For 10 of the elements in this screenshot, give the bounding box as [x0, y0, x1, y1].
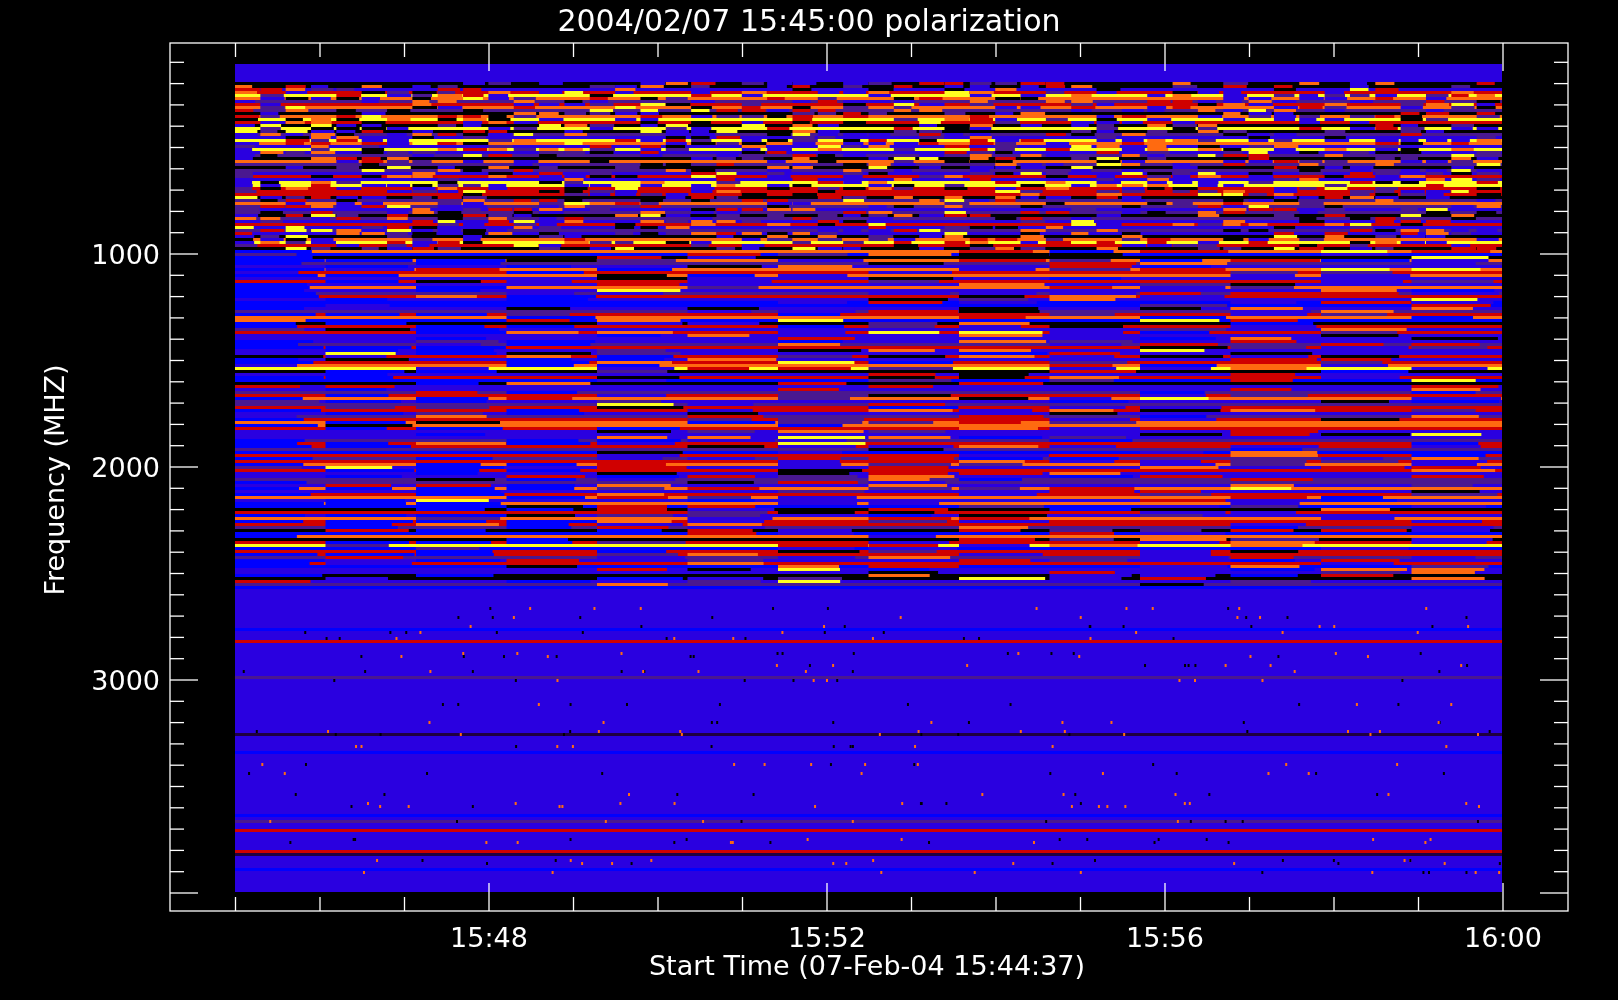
tick-label: 1000	[91, 239, 160, 270]
x-axis-label: Start Time (07-Feb-04 15:44:37)	[648, 950, 1086, 981]
tick-label: 15:48	[450, 922, 528, 953]
plot-title: 2004/02/07 15:45:00 polarization	[557, 3, 1061, 38]
tick-label: 15:56	[1126, 922, 1204, 953]
tick-label: 2000	[91, 452, 160, 483]
tick-label: 15:52	[788, 922, 866, 953]
tick-label: 16:00	[1464, 922, 1542, 953]
tick-label: 3000	[91, 665, 160, 696]
y-axis-label: Frequency (MHZ)	[39, 364, 70, 596]
